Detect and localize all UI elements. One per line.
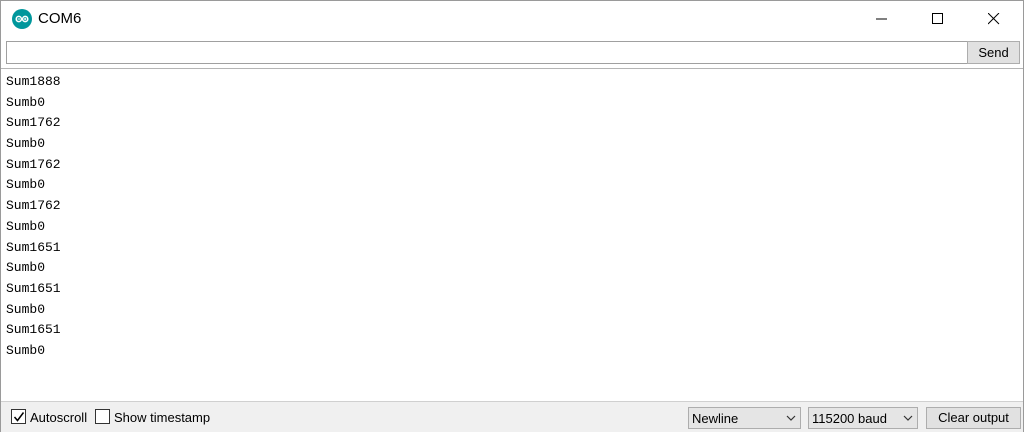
output-line: Sum1651 bbox=[6, 239, 61, 255]
serial-monitor-window: COM6 Send Sum1888 Sumb0 Sum1762 Sumb0 Sum176… bbox=[0, 0, 1024, 432]
line-ending-value: Newline bbox=[692, 411, 739, 426]
output-line: Sum1651 bbox=[6, 280, 61, 296]
baud-rate-select[interactable]: 115200 baud bbox=[808, 407, 918, 429]
title-bar[interactable]: COM6 bbox=[1, 1, 1023, 38]
close-button[interactable] bbox=[971, 1, 1017, 38]
autoscroll-label[interactable]: Autoscroll bbox=[30, 410, 87, 425]
show-timestamp-label[interactable]: Show timestamp bbox=[114, 410, 210, 425]
output-line: Sumb0 bbox=[6, 260, 46, 276]
close-icon bbox=[988, 13, 1000, 25]
output-line: Sumb0 bbox=[6, 177, 46, 193]
output-lines: Sum1888 Sumb0 Sum1762 Sumb0 Sum1762 Sumb0 Sum1… bbox=[1, 69, 1023, 362]
baud-rate-value: 115200 baud bbox=[812, 411, 887, 426]
output-line: Sum1888 bbox=[6, 74, 61, 89]
output-line: Sum1762 bbox=[6, 115, 61, 131]
output-line: Sum1651 bbox=[6, 322, 61, 338]
send-button[interactable]: Send bbox=[967, 41, 1020, 64]
arduino-logo-icon bbox=[12, 9, 32, 29]
checkmark-icon bbox=[13, 412, 25, 422]
output-line: Sumb0 bbox=[6, 218, 46, 234]
bottom-bar: Autoscroll Show timestamp Newline 115200… bbox=[1, 401, 1023, 432]
output-line: Sumb0 bbox=[6, 94, 46, 110]
window-title: COM6 bbox=[38, 10, 82, 27]
clear-output-button[interactable]: Clear output bbox=[926, 407, 1021, 429]
output-line: Sumb0 bbox=[6, 301, 46, 317]
minimize-button[interactable] bbox=[859, 1, 905, 38]
chevron-down-icon bbox=[786, 415, 796, 421]
chevron-down-icon bbox=[903, 415, 913, 421]
send-input[interactable] bbox=[6, 41, 968, 64]
output-line: Sumb0 bbox=[6, 342, 46, 358]
maximize-icon bbox=[932, 13, 943, 24]
line-ending-select[interactable]: Newline bbox=[688, 407, 801, 429]
serial-output[interactable]: Sum1888 Sumb0 Sum1762 Sumb0 Sum1762 Sumb0 Sum1… bbox=[1, 69, 1023, 401]
output-line: Sum1762 bbox=[6, 156, 61, 172]
autoscroll-checkbox[interactable] bbox=[11, 409, 26, 424]
send-row: Send bbox=[1, 38, 1023, 69]
maximize-button[interactable] bbox=[915, 1, 961, 38]
show-timestamp-checkbox[interactable] bbox=[95, 409, 110, 424]
output-line: Sumb0 bbox=[6, 136, 46, 152]
output-line: Sum1762 bbox=[6, 198, 61, 214]
minimize-icon bbox=[876, 18, 887, 20]
